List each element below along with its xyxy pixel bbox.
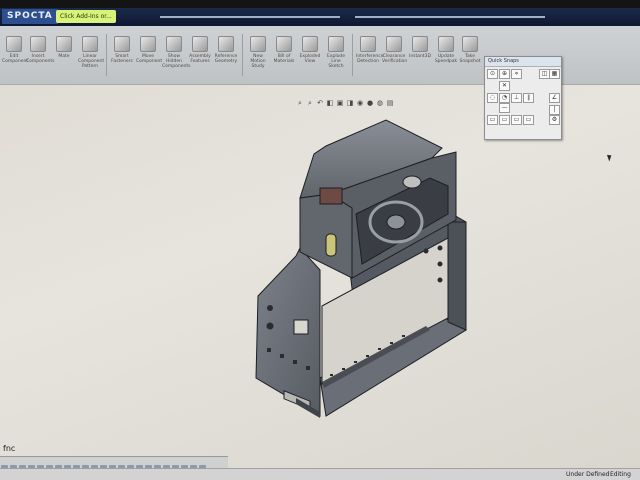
housing-side-window [402, 175, 422, 189]
fan-hub [386, 214, 406, 230]
square-window [293, 319, 309, 335]
status-definition: Under Defined [566, 471, 610, 478]
frame-right-edge[interactable] [447, 221, 467, 331]
housing-slot [325, 233, 337, 257]
bottom-tab[interactable]: fnc [0, 444, 15, 453]
status-bar: Under Defined Editing Assembly [0, 468, 640, 480]
cad-window: SPOCTA Click Add-Ins or... Edit Componen… [0, 8, 640, 480]
housing-label-plate [319, 187, 343, 205]
status-mode: Editing Assembly [610, 471, 631, 478]
cad-model-viewport[interactable] [0, 8, 640, 480]
frame-left-panel[interactable] [255, 247, 321, 417]
